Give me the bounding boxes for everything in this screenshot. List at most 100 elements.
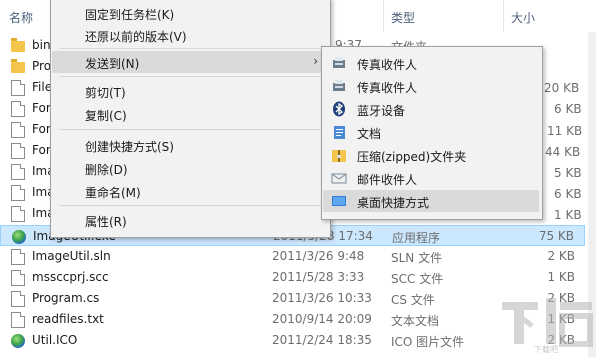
file-name: readfiles.txt <box>32 312 104 326</box>
row-size-partial: 1 KB <box>554 208 582 222</box>
submenu-arrow-icon: › <box>313 54 318 68</box>
menu-separator <box>59 76 322 77</box>
file-row[interactable]: ImageUtil.sln 2011/3/26 9:48 SLN 文件 2 KB <box>0 246 585 267</box>
column-divider[interactable] <box>503 0 504 32</box>
menu-item-label: 复制(C) <box>85 109 127 123</box>
desktop-icon <box>331 193 347 209</box>
file-size: 2 KB <box>547 249 575 263</box>
send-to-item[interactable]: 传真收件人 <box>323 75 539 97</box>
zip-folder-icon <box>331 147 347 163</box>
file-icon <box>11 143 25 159</box>
file-row[interactable]: mssccprj.scc 2011/5/28 3:33 SCC 文件 1 KB <box>0 267 585 288</box>
folder-icon <box>11 38 25 52</box>
documents-icon <box>331 124 347 140</box>
menu-item-create-shortcut[interactable]: 创建快捷方式(S) <box>51 134 330 156</box>
context-menu: 固定到任务栏(K) 还原以前的版本(V) 发送到(N) › 剪切(T) 复制(C… <box>50 0 331 238</box>
file-date: 2010/9/14 20:09 <box>272 312 372 326</box>
send-to-item[interactable]: 压缩(zipped)文件夹 <box>323 144 539 166</box>
menu-separator <box>59 48 322 49</box>
file-type: SLN 文件 <box>391 251 443 265</box>
fax-icon <box>331 55 347 71</box>
file-icon <box>11 122 25 138</box>
menu-item-label: 发送到(N) <box>85 57 140 71</box>
row-size-partial: 6 KB <box>554 102 582 116</box>
file-name: ImageUtil.sln <box>32 249 111 263</box>
file-date: 2011/5/28 3:33 <box>272 270 365 284</box>
menu-item-send-to[interactable]: 发送到(N) › <box>52 51 328 73</box>
menu-item-label: 还原以前的版本(V) <box>85 30 187 44</box>
watermark-logo: 下载吧 <box>502 298 593 354</box>
menu-item-properties[interactable]: 属性(R) <box>51 209 330 231</box>
file-name: Program.cs <box>32 291 100 305</box>
file-icon <box>11 101 25 117</box>
menu-item-label: 固定到任务栏(K) <box>85 8 175 22</box>
file-icon <box>11 249 25 265</box>
mail-icon <box>331 170 347 186</box>
menu-item-copy[interactable]: 复制(C) <box>51 103 330 125</box>
menu-item-rename[interactable]: 重命名(M) <box>51 180 330 202</box>
app-globe-icon <box>12 230 26 244</box>
menu-item-delete[interactable]: 删除(D) <box>51 157 330 179</box>
send-to-item-label: 传真收件人 <box>357 58 418 72</box>
menu-separator <box>59 129 322 130</box>
file-size: 1 KB <box>547 270 575 284</box>
file-size: 75 KB <box>538 229 574 243</box>
column-divider[interactable] <box>383 0 384 32</box>
file-icon <box>11 80 25 96</box>
row-size-partial: 44 KB <box>545 145 581 159</box>
file-name: For <box>32 122 51 136</box>
fax-icon <box>331 78 347 94</box>
row-size-partial: 20 KB <box>544 81 580 95</box>
send-to-item[interactable]: 文档 <box>323 121 539 143</box>
row-size-partial: 6 KB <box>554 187 582 201</box>
send-to-item[interactable]: 蓝牙设备 <box>323 98 539 120</box>
row-size-partial: 5 KB <box>554 166 582 180</box>
send-to-item-label: 邮件收件人 <box>357 173 418 187</box>
file-icon <box>11 291 25 307</box>
send-to-item[interactable]: 传真收件人 <box>323 52 539 74</box>
bluetooth-icon <box>331 101 347 117</box>
folder-icon <box>11 59 25 73</box>
file-date: 2011/3/26 10:33 <box>272 291 372 305</box>
send-to-item-label: 传真收件人 <box>357 81 418 95</box>
send-to-submenu: 传真收件人 传真收件人 蓝牙设备 文档 压缩(zipped)文件夹 邮件收件人 桌面快捷方式 <box>321 46 543 220</box>
send-to-item-label: 文档 <box>357 127 382 141</box>
send-to-item-label: 压缩(zipped)文件夹 <box>357 150 467 164</box>
file-name: For <box>32 101 51 115</box>
send-to-item[interactable]: 桌面快捷方式 <box>323 190 539 212</box>
file-icon <box>11 270 25 286</box>
file-icon <box>11 312 25 328</box>
menu-separator <box>59 205 322 206</box>
menu-item-pin-to-taskbar[interactable]: 固定到任务栏(K) <box>51 2 330 24</box>
file-icon <box>11 185 25 201</box>
send-to-item-label: 蓝牙设备 <box>357 104 406 118</box>
menu-item-label: 删除(D) <box>85 163 128 177</box>
file-type: SCC 文件 <box>391 272 444 286</box>
menu-item-label: 剪切(T) <box>85 86 126 100</box>
column-name-header[interactable]: 名称 <box>9 9 33 26</box>
file-name: For <box>32 143 51 157</box>
menu-item-restore-previous[interactable]: 还原以前的版本(V) <box>51 24 330 46</box>
send-to-item[interactable]: 邮件收件人 <box>323 167 539 189</box>
file-name: Util.ICO <box>32 333 78 347</box>
file-date: 2011/2/24 18:35 <box>272 333 372 347</box>
menu-item-label: 重命名(M) <box>85 186 141 200</box>
send-to-item-label: 桌面快捷方式 <box>357 196 430 210</box>
menu-item-label: 属性(R) <box>85 215 127 229</box>
file-name: Pro <box>32 59 52 73</box>
column-type-header[interactable]: 类型 <box>391 9 415 26</box>
file-name: mssccprj.scc <box>32 270 109 284</box>
row-size-partial: 11 KB <box>547 124 583 138</box>
app-globe-icon <box>11 334 25 348</box>
file-type: 应用程序 <box>392 231 441 245</box>
file-date: 2011/3/26 9:48 <box>272 249 365 263</box>
file-icon <box>11 206 25 222</box>
file-icon <box>11 164 25 180</box>
menu-item-cut[interactable]: 剪切(T) <box>51 80 330 102</box>
file-type: CS 文件 <box>391 293 435 307</box>
file-name: bin <box>32 38 51 52</box>
watermark-text: 下载吧 <box>534 344 558 354</box>
column-size-header[interactable]: 大小 <box>511 9 535 26</box>
menu-item-label: 创建快捷方式(S) <box>85 140 174 154</box>
file-type: ICO 图片文件 <box>391 335 465 349</box>
